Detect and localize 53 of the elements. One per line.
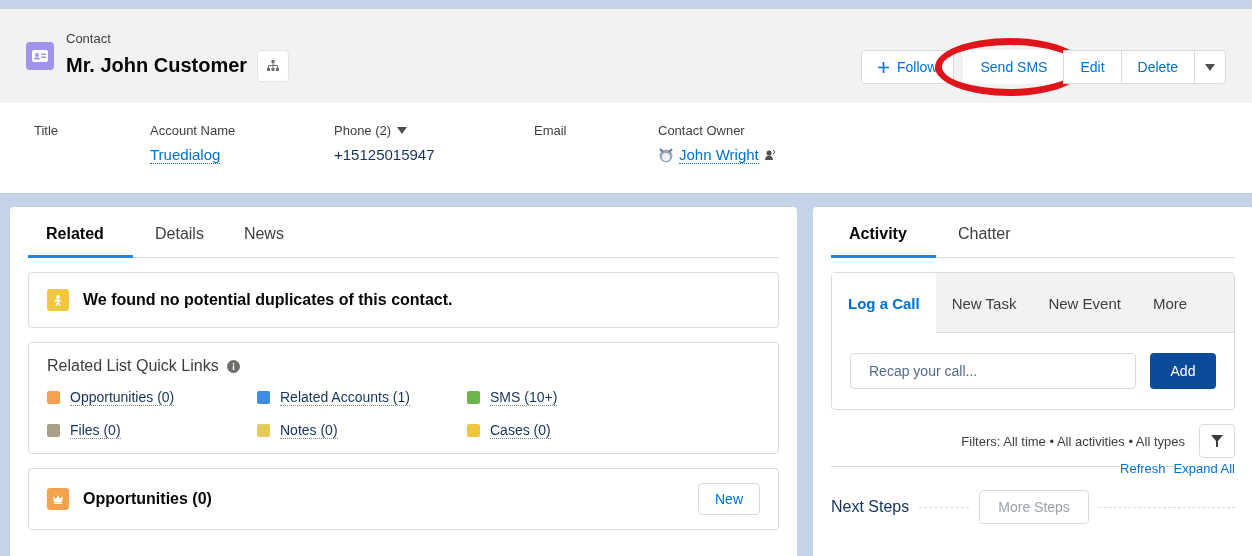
- tab[interactable]: News: [225, 217, 302, 258]
- quick-links-title: Related List Quick Links: [47, 357, 219, 375]
- tab[interactable]: Details: [137, 217, 222, 258]
- plus-icon: [878, 61, 889, 73]
- field-label: Email: [534, 123, 568, 138]
- activity-link[interactable]: Expand All: [1173, 461, 1235, 476]
- opportunities-title: Opportunities (0): [83, 490, 212, 508]
- tab[interactable]: Related: [28, 217, 133, 258]
- quick-link[interactable]: Opportunities (0): [47, 389, 257, 406]
- field-label[interactable]: Phone (2): [334, 123, 534, 138]
- action-button[interactable]: Send SMS: [963, 50, 1065, 84]
- composer-tab[interactable]: New Task: [935, 273, 1033, 333]
- crown-icon: [47, 488, 69, 510]
- field-value: +15125015947: [334, 146, 436, 163]
- owner-link[interactable]: John Wright: [679, 146, 759, 164]
- more-actions-button[interactable]: [1194, 50, 1226, 84]
- hierarchy-icon: [267, 60, 280, 71]
- quick-link[interactable]: Notes (0): [257, 422, 467, 439]
- composer-tab[interactable]: New Event: [1032, 273, 1137, 333]
- account-link[interactable]: Truedialog: [150, 146, 221, 164]
- next-steps-title: Next Steps: [831, 498, 910, 516]
- quick-link[interactable]: Files (0): [47, 422, 257, 439]
- quick-link[interactable]: Related Accounts (1): [257, 389, 467, 406]
- tab[interactable]: Activity: [831, 217, 936, 258]
- duplicates-message: We found no potential duplicates of this contact.: [83, 291, 453, 309]
- action-button[interactable]: Delete: [1120, 50, 1195, 84]
- action-button[interactable]: Edit: [1063, 50, 1122, 84]
- change-owner-icon[interactable]: [763, 149, 776, 161]
- field-label: Title: [34, 123, 60, 138]
- field-label: Contact Owner: [658, 123, 746, 138]
- object-type-label: Contact: [66, 30, 112, 46]
- filter-icon: [1211, 435, 1223, 447]
- info-icon[interactable]: [226, 359, 240, 373]
- tab[interactable]: Chatter: [940, 217, 1029, 258]
- filters-text: Filters: All time • All activities • All types: [961, 433, 1185, 449]
- follow-button[interactable]: Follow: [861, 50, 955, 84]
- activity-link[interactable]: Refresh: [1120, 461, 1166, 476]
- contact-icon: [26, 42, 54, 70]
- quick-link[interactable]: Cases (0): [467, 422, 667, 439]
- new-button[interactable]: New: [698, 483, 760, 515]
- field-label: Account Name: [150, 123, 237, 138]
- add-button[interactable]: Add: [1150, 353, 1216, 389]
- hierarchy-button[interactable]: [257, 49, 290, 82]
- person-icon: [47, 289, 69, 311]
- record-name: Mr. John Customer: [66, 54, 248, 77]
- avatar-icon: [658, 147, 674, 163]
- composer-tab[interactable]: More: [1137, 273, 1204, 333]
- composer-tab[interactable]: Log a Call: [832, 273, 936, 333]
- caret-icon: [1205, 63, 1215, 71]
- filter-button[interactable]: [1199, 424, 1235, 458]
- dropdown-caret-icon: [397, 127, 408, 134]
- quick-link[interactable]: SMS (10+): [467, 389, 667, 406]
- recap-input-field[interactable]: Recap your call...: [850, 353, 1136, 389]
